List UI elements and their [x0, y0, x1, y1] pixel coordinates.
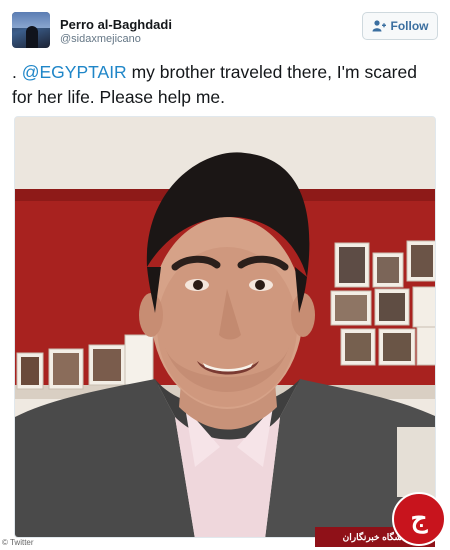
tweet-text-prefix: .	[12, 62, 22, 82]
tweet-header: Perro al-Baghdadi @sidaxmejicano Follow	[0, 0, 450, 56]
avatar-figure	[26, 26, 38, 48]
avatar[interactable]	[12, 12, 50, 48]
mention-link[interactable]: @EGYPTAIR	[22, 62, 127, 82]
follow-label: Follow	[390, 19, 429, 33]
add-user-icon	[372, 20, 386, 32]
user-handle[interactable]: @sidaxmejicano	[60, 33, 141, 45]
photo-credit: © Twitter	[2, 538, 34, 547]
follow-button[interactable]: Follow	[362, 12, 438, 40]
selfie-photo	[15, 117, 435, 537]
display-name[interactable]: Perro al-Baghdadi	[60, 17, 172, 32]
tweet-photo[interactable]	[14, 116, 436, 538]
watermark-logo-icon: ج	[392, 492, 446, 546]
tweet-text: . @EGYPTAIR my brother traveled there, I…	[12, 60, 432, 110]
